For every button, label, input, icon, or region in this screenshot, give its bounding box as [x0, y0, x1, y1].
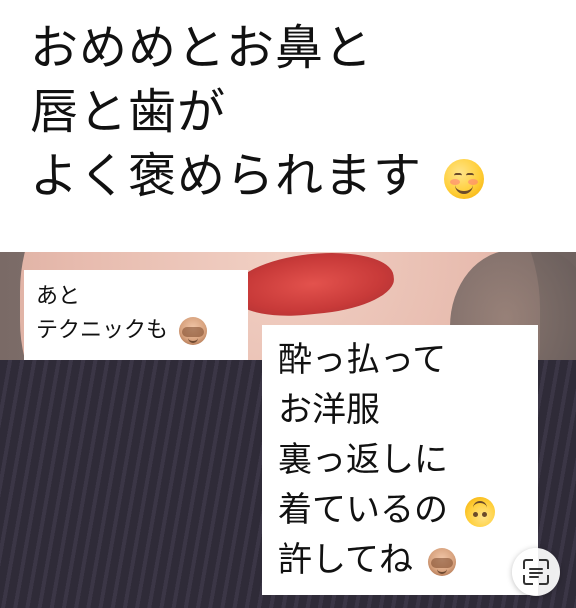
- top-caption-line-2: 唇と歯が: [30, 84, 227, 140]
- bottom-caption-line-1: 酔っ払って: [278, 340, 447, 380]
- text-scan-icon: [523, 559, 549, 585]
- middle-caption-box: あと テクニックも: [24, 270, 248, 360]
- text-scan-button[interactable]: [512, 548, 560, 596]
- upside-down-mouth: [472, 500, 487, 510]
- scan-line-1: [529, 568, 543, 570]
- bottom-caption-line-5-text: 許してね: [278, 540, 413, 580]
- scan-line-3: [529, 576, 539, 578]
- bottom-caption-line-2: お洋服: [278, 390, 380, 430]
- middle-caption-line-2: テクニックも: [36, 314, 236, 348]
- top-caption-line-1: おめめとお鼻と: [30, 20, 374, 76]
- see-no-evil-monkey-icon: [179, 317, 208, 345]
- smile-mouth: [455, 181, 474, 194]
- scan-corner-bottom-right: [539, 575, 549, 585]
- top-caption-line-3-text: よく褒められます: [30, 148, 423, 204]
- bottom-caption-line-4-text: 着ているの: [278, 490, 448, 530]
- middle-caption-line-1: あと: [36, 284, 81, 309]
- bottom-caption-line-5: 許してね: [278, 535, 526, 585]
- upside-down-face-icon: [464, 496, 495, 527]
- bottom-caption-box: 酔っ払って お洋服 裏っ返しに 着ているの 許してね: [262, 325, 538, 595]
- photo-with-text-overlay: おめめとお鼻と 唇と歯が よく褒められます あと テクニックも 酔っ払って お洋…: [0, 0, 576, 608]
- bottom-caption-line-3: 裏っ返しに: [278, 440, 448, 480]
- bottom-caption-line-4: 着ているの: [278, 485, 526, 535]
- middle-caption-line-2-text: テクニックも: [36, 318, 169, 343]
- top-caption-box: おめめとお鼻と 唇と歯が よく褒められます: [0, 0, 576, 252]
- smiling-face-with-blush-icon: [444, 159, 485, 199]
- scan-line-2: [529, 572, 543, 574]
- see-no-evil-monkey-icon: [427, 547, 456, 576]
- top-caption-line-3: よく褒められます: [30, 144, 556, 208]
